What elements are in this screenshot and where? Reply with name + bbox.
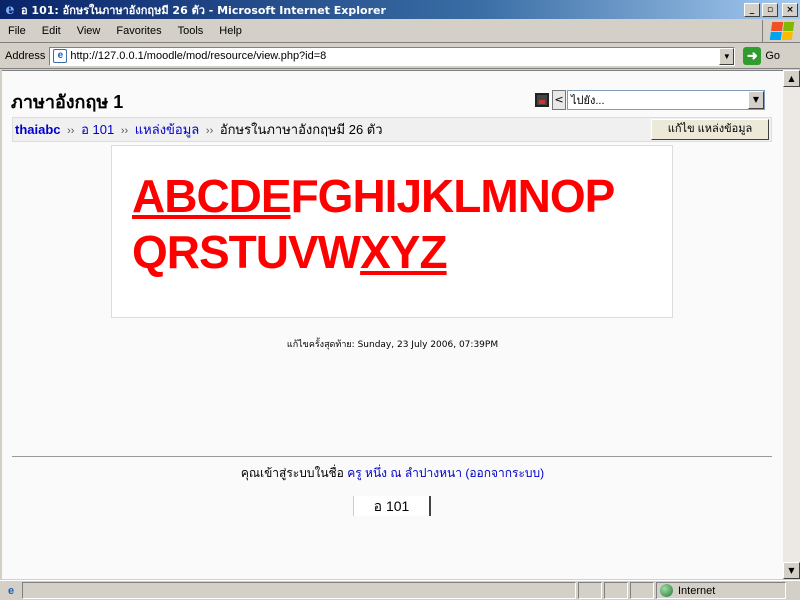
save-icon[interactable]	[535, 93, 549, 107]
last-modified-label: แก้ไขครั้งสุดท้าย:	[286, 340, 355, 350]
alphabet-line2: QRSTUVW	[132, 226, 361, 278]
alphabet-underlined-end: XYZ	[360, 226, 447, 278]
go-button[interactable]: ➜ Go	[743, 47, 780, 65]
window-title: อ 101: อักษรในภาษาอังกฤษมี 26 ตัว - Micr…	[21, 3, 386, 17]
minimize-button[interactable]: _	[744, 2, 760, 17]
title-bar[interactable]: e อ 101: อักษรในภาษาอังกฤษมี 26 ตัว - Mi…	[0, 0, 800, 19]
login-prefix: คุณเข้าสู่ระบบในชื่อ	[240, 466, 344, 480]
page-icon: e	[53, 49, 68, 63]
globe-icon	[660, 584, 673, 597]
chevron-down-icon[interactable]: ▼	[748, 91, 764, 109]
breadcrumb-separator: ››	[67, 125, 75, 137]
jump-menu: < ไปยัง... ▼	[535, 90, 765, 110]
jump-select[interactable]: ไปยัง... ▼	[567, 90, 765, 110]
go-label: Go	[765, 50, 781, 62]
zone-label: Internet	[678, 584, 716, 597]
menu-bar: File Edit View Favorites Tools Help	[0, 19, 800, 43]
breadcrumb-home-link[interactable]: thaiabc	[15, 122, 61, 137]
jump-select-value: ไปยัง...	[571, 95, 605, 107]
breadcrumb-separator: ››	[120, 125, 129, 137]
alphabet-line1-rest: FGHIJKLMNOP	[290, 170, 616, 222]
breadcrumb-section-link[interactable]: แหล่งข้อมูล	[135, 122, 200, 137]
menu-view[interactable]: View	[69, 25, 109, 37]
address-dropdown-button[interactable]: ▼	[719, 47, 735, 65]
status-panel	[604, 582, 628, 599]
address-input[interactable]: e http://127.0.0.1/moodle/mod/resource/v…	[49, 46, 736, 66]
user-profile-link[interactable]: ครู หนึ่ง ณ ลำปางหนา	[347, 466, 462, 480]
breadcrumb-bar: thaiabc ›› อ 101 ›› แหล่งข้อมูล ›› อักษร…	[12, 117, 772, 142]
course-title: ภาษาอังกฤษ 1	[11, 92, 124, 112]
page-viewport: ภาษาอังกฤษ 1 < ไปยัง... ▼ thaiabc ›› อ 1…	[2, 70, 783, 579]
status-panel	[630, 582, 654, 599]
vertical-scrollbar[interactable]: ▲ ▼	[783, 70, 800, 579]
last-modified-date: Sunday, 23 July 2006, 07:39PM	[357, 340, 499, 350]
footer-divider	[12, 456, 772, 457]
footer-course-link[interactable]: อ 101	[353, 496, 431, 516]
status-bar: e Internet	[0, 580, 800, 600]
address-url[interactable]: http://127.0.0.1/moodle/mod/resource/vie…	[70, 50, 719, 62]
address-label: Address	[5, 50, 46, 62]
resource-content-box: ABCDEFGHIJKLMNOP QRSTUVWXYZ	[111, 145, 673, 318]
edit-resource-button[interactable]: แก้ไข แหล่งข้อมูล	[651, 119, 769, 140]
scroll-down-arrow[interactable]: ▼	[783, 562, 800, 579]
logout-link[interactable]: (ออกจากระบบ)	[465, 466, 544, 480]
security-zone: Internet	[656, 582, 786, 599]
status-panel	[578, 582, 602, 599]
login-info: คุณเข้าสู่ระบบในชื่อ ครู หนึ่ง ณ ลำปางหน…	[2, 464, 783, 483]
breadcrumb-separator: ››	[205, 125, 214, 137]
resize-grip[interactable]	[786, 582, 800, 599]
menu-favorites[interactable]: Favorites	[108, 25, 169, 37]
page-status-icon: e	[7, 584, 15, 597]
alphabet-text: ABCDEFGHIJKLMNOP QRSTUVWXYZ	[132, 168, 662, 280]
scroll-up-arrow[interactable]: ▲	[783, 70, 800, 87]
address-bar: Address e http://127.0.0.1/moodle/mod/re…	[0, 44, 800, 69]
menu-help[interactable]: Help	[211, 25, 250, 37]
breadcrumb-current: อักษรในภาษาอังกฤษมี 26 ตัว	[219, 122, 383, 137]
status-text-panel	[22, 582, 576, 599]
go-arrow-icon: ➜	[743, 47, 762, 65]
breadcrumb-course-link[interactable]: อ 101	[81, 122, 114, 137]
ie-logo-icon: e	[5, 1, 15, 18]
menu-edit[interactable]: Edit	[34, 25, 69, 37]
windows-flag-icon	[762, 19, 800, 42]
menu-file[interactable]: File	[0, 25, 34, 37]
previous-activity-button[interactable]: <	[552, 90, 566, 110]
close-button[interactable]: ×	[782, 2, 798, 17]
alphabet-underlined-start: ABCDE	[132, 170, 292, 222]
breadcrumb: thaiabc ›› อ 101 ›› แหล่งข้อมูล ›› อักษร…	[13, 119, 651, 140]
menu-tools[interactable]: Tools	[170, 25, 212, 37]
last-modified: แก้ไขครั้งสุดท้าย: Sunday, 23 July 2006,…	[2, 337, 783, 351]
maximize-button[interactable]: ▫	[762, 2, 778, 17]
